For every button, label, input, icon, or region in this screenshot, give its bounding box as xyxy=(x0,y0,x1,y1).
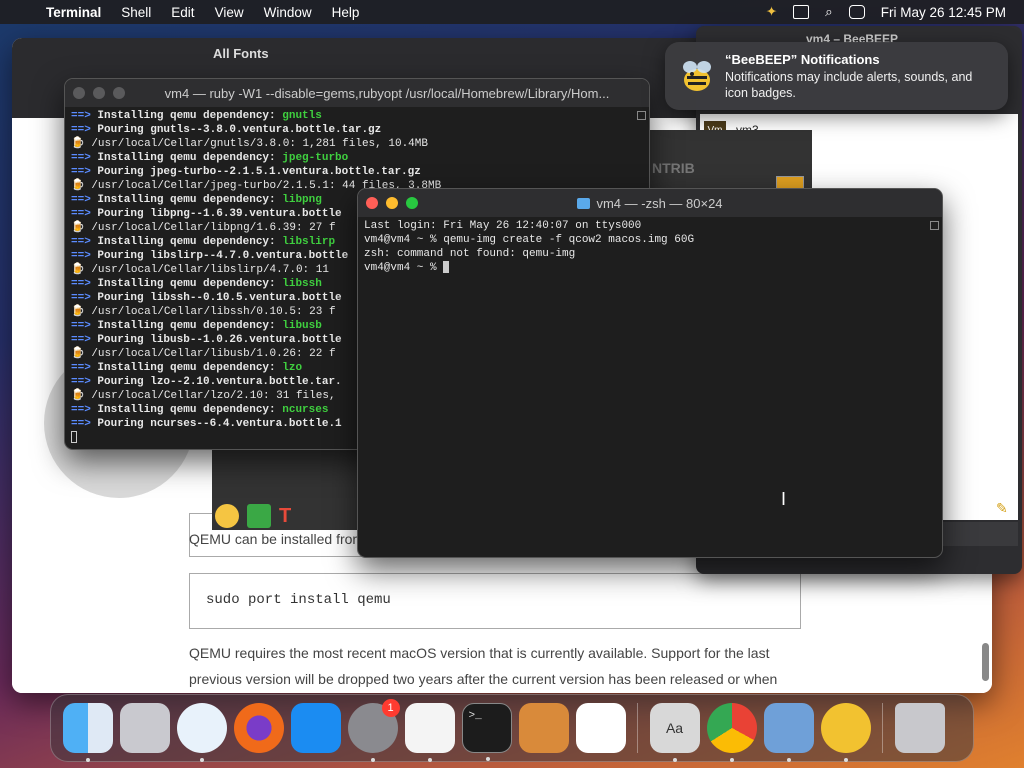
terminal-line: ==> Pouring gnutls--3.8.0.ventura.bottle… xyxy=(71,124,382,136)
safari-icon[interactable] xyxy=(176,703,227,762)
terminal-line: vm4@vm4 ~ % xyxy=(364,261,936,275)
close-button[interactable] xyxy=(366,197,378,209)
terminal-cursor xyxy=(71,431,77,444)
vscode-icon[interactable] xyxy=(575,703,626,753)
terminal-title: vm4 — ruby -W1 --disable=gems,rubyopt /u… xyxy=(164,85,610,101)
menubar-status-area: ✦ ⌕ Fri May 26 12:45 PM xyxy=(766,0,1006,24)
firefox-icon[interactable] xyxy=(233,703,284,753)
terminal-line: Last login: Fri May 26 12:40:07 on ttys0… xyxy=(364,220,642,232)
garageband-icon[interactable] xyxy=(518,703,569,753)
menu-app-name[interactable]: Terminal xyxy=(46,5,101,20)
virtualbox-icon[interactable] xyxy=(763,703,814,762)
beebeep-status-icon[interactable]: ✦ xyxy=(766,4,777,20)
close-button[interactable] xyxy=(73,87,85,99)
menu-bar: Terminal Shell Edit View Window Help ✦ ⌕… xyxy=(0,0,1024,24)
beer-icon: 🍺 xyxy=(71,390,92,402)
smiley-icon[interactable] xyxy=(215,504,239,528)
notification-banner[interactable]: “BeeBEEP” Notifications Notifications ma… xyxy=(665,42,1008,110)
page-scrollbar[interactable] xyxy=(982,643,989,681)
mail-icon[interactable] xyxy=(247,504,271,528)
beer-icon: 🍺 xyxy=(71,264,92,276)
terminal-line: 🍺 /usr/local/Cellar/gnutls/3.8.0: 1,281 … xyxy=(71,138,428,150)
beer-icon: 🍺 xyxy=(71,306,92,318)
minimize-button[interactable] xyxy=(386,197,398,209)
menu-edit[interactable]: Edit xyxy=(171,5,194,20)
terminal-titlebar[interactable]: vm4 — ruby -W1 --disable=gems,rubyopt /u… xyxy=(65,79,649,107)
notification-title: “BeeBEEP” Notifications xyxy=(725,52,880,67)
dock: 1 >_ Aa xyxy=(50,694,974,762)
terminal-output[interactable]: Last login: Fri May 26 12:40:07 on ttys0… xyxy=(358,217,942,277)
window-controls xyxy=(366,197,418,209)
menubar-clock[interactable]: Fri May 26 12:45 PM xyxy=(881,5,1006,20)
minimize-button[interactable] xyxy=(93,87,105,99)
terminal-line: ==> Installing qemu dependency: jpeg-tur… xyxy=(71,152,349,164)
partial-label: NTRIB xyxy=(652,160,695,176)
bee-icon xyxy=(683,61,711,91)
terminal-line: ==> Installing qemu dependency: gnutls xyxy=(71,110,322,122)
zoom-button[interactable] xyxy=(113,87,125,99)
screen-mirroring-icon[interactable] xyxy=(793,5,810,19)
beer-icon: 🍺 xyxy=(71,180,92,192)
trash-icon[interactable] xyxy=(894,703,945,753)
terminal-icon[interactable]: >_ xyxy=(461,703,512,761)
textedit-icon[interactable] xyxy=(404,703,455,762)
dock-separator xyxy=(637,703,638,753)
spotlight-search-icon[interactable]: ⌕ xyxy=(825,4,833,20)
beer-icon: 🍺 xyxy=(71,348,92,360)
control-center-icon[interactable] xyxy=(848,5,865,19)
app-store-icon[interactable] xyxy=(290,703,341,753)
terminal-titlebar[interactable]: vm4 — -zsh — 80×24 xyxy=(358,189,942,217)
beer-icon: 🍺 xyxy=(71,138,92,150)
menu-view[interactable]: View xyxy=(215,5,244,20)
folder-icon xyxy=(577,197,591,209)
terminal-window-zsh[interactable]: vm4 — -zsh — 80×24 Last login: Fri May 2… xyxy=(357,188,943,558)
code-block-port: sudo port install qemu xyxy=(189,573,801,629)
chrome-icon[interactable] xyxy=(706,703,757,762)
paragraph-requirements: QEMU requires the most recent macOS vers… xyxy=(189,645,778,687)
menu-window[interactable]: Window xyxy=(264,5,312,20)
notification-message: Notifications may include alerts, sounds… xyxy=(725,70,973,100)
beer-icon: 🍺 xyxy=(71,222,92,234)
terminal-line: zsh: command not found: qemu-img xyxy=(364,248,576,260)
emoji-toolbar: T xyxy=(215,500,291,532)
settings-badge: 1 xyxy=(381,699,400,717)
text-format-icon[interactable]: T xyxy=(279,505,291,528)
terminal-line: ==> Pouring jpeg-turbo--2.1.5.1.ventura.… xyxy=(71,166,421,178)
beebeep-icon[interactable] xyxy=(820,703,871,762)
terminal-line: vm4@vm4 ~ % qemu-img create -f qcow2 mac… xyxy=(364,234,695,246)
scroll-button[interactable] xyxy=(930,221,939,230)
menu-shell[interactable]: Shell xyxy=(121,5,151,20)
terminal-cursor xyxy=(443,261,450,274)
broom-icon[interactable]: ✎ xyxy=(996,500,1008,517)
system-settings-icon[interactable]: 1 xyxy=(347,699,400,762)
zoom-button[interactable] xyxy=(406,197,418,209)
menu-help[interactable]: Help xyxy=(332,5,360,20)
font-book-icon[interactable]: Aa xyxy=(649,703,700,762)
launchpad-icon[interactable] xyxy=(119,703,170,753)
window-controls xyxy=(73,87,125,99)
dock-separator xyxy=(882,703,883,753)
scroll-button[interactable] xyxy=(637,111,646,120)
text-cursor-icon: I xyxy=(781,489,787,509)
finder-icon[interactable] xyxy=(62,703,113,762)
fontbook-title: All Fonts xyxy=(213,46,269,61)
terminal-title: vm4 — -zsh — 80×24 xyxy=(596,195,723,211)
